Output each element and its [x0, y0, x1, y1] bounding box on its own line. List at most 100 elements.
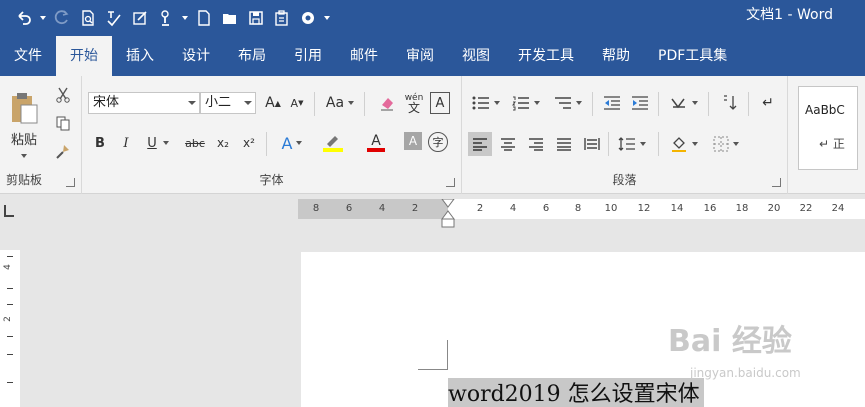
vertical-ruler[interactable]: 4 2	[0, 250, 20, 407]
show-marks-button[interactable]: ↵	[756, 92, 780, 114]
multilevel-list-icon	[555, 97, 571, 109]
tab-home[interactable]: 开始	[56, 36, 112, 76]
character-shading-button[interactable]: A	[404, 132, 422, 150]
align-center-button[interactable]	[496, 132, 520, 156]
character-border-button[interactable]: A	[430, 92, 450, 114]
decrease-indent-button[interactable]	[600, 92, 624, 114]
clipboard-launcher-icon[interactable]	[66, 178, 75, 187]
align-right-button[interactable]	[524, 132, 548, 156]
enclose-characters-button[interactable]: 字	[428, 132, 448, 152]
superscript-label: x²	[243, 136, 255, 150]
font-name-combo[interactable]: 宋体	[88, 92, 200, 114]
justify-button[interactable]	[552, 132, 576, 156]
vruler-tick: 4	[2, 264, 13, 270]
print-preview-icon[interactable]	[76, 4, 100, 32]
cut-button[interactable]	[52, 84, 74, 106]
ruler-tick: 2	[476, 203, 484, 214]
open-icon[interactable]	[218, 4, 242, 32]
horizontal-ruler[interactable]: 8 6 4 2 2 4 6 8 10 12 14 16 18 20 22 24	[298, 199, 865, 228]
paragraph-group: ↵ 段落	[462, 76, 788, 194]
tab-design[interactable]: 设计	[168, 36, 224, 76]
title-bar: 文档1 - Word	[0, 0, 865, 36]
phonetic-guide-button[interactable]: wén 文	[402, 90, 426, 116]
settings-icon[interactable]	[296, 4, 320, 32]
paste-label: 粘贴	[10, 132, 37, 148]
ruler-tick: 22	[799, 203, 813, 214]
highlight-color-button[interactable]	[314, 132, 352, 154]
clipboard-group: 粘贴 剪贴板	[0, 76, 82, 194]
new-document-icon[interactable]	[192, 4, 216, 32]
redo-icon[interactable]	[50, 4, 74, 32]
chinese-layout-button[interactable]	[666, 92, 702, 114]
edit-icon[interactable]	[128, 4, 152, 32]
subscript-button[interactable]: x₂	[212, 132, 234, 154]
tab-mailings[interactable]: 邮件	[336, 36, 392, 76]
text-effects-button[interactable]: A	[276, 132, 308, 154]
shrink-font-button[interactable]: A ▼	[286, 92, 308, 114]
copy-button[interactable]	[52, 112, 74, 134]
customize-qat-icon[interactable]	[322, 4, 332, 32]
tab-review[interactable]: 审阅	[392, 36, 448, 76]
paragraph-group-label: 段落	[612, 173, 637, 187]
format-painter-icon	[56, 145, 69, 159]
save-icon[interactable]	[244, 4, 268, 32]
undo-icon[interactable]	[12, 4, 36, 32]
borders-button[interactable]	[708, 132, 744, 156]
font-color-button[interactable]: A	[358, 132, 394, 154]
strikethrough-button[interactable]: abc	[182, 132, 208, 154]
line-spacing-button[interactable]	[614, 132, 650, 156]
ruler-tick: 6	[345, 203, 353, 214]
vruler-mark	[7, 288, 13, 289]
change-case-button[interactable]: Aa	[322, 92, 358, 114]
tab-layout[interactable]: 布局	[224, 36, 280, 76]
paragraph-launcher-icon[interactable]	[772, 178, 781, 187]
underline-button[interactable]: U	[142, 132, 174, 154]
multilevel-list-button[interactable]	[550, 92, 586, 114]
bold-button[interactable]: B	[90, 132, 110, 154]
underline-label: U	[147, 135, 157, 151]
paint-bucket-icon	[672, 137, 686, 152]
touch-dropdown-icon[interactable]	[180, 4, 190, 32]
tab-developer[interactable]: 开发工具	[504, 36, 588, 76]
distributed-icon	[584, 138, 600, 150]
ruler-tick: 8	[312, 203, 320, 214]
change-case-label: Aa	[325, 95, 345, 111]
increase-indent-button[interactable]	[628, 92, 652, 114]
style-preview-text: AaBbC	[805, 103, 845, 117]
tab-selector-icon[interactable]	[4, 205, 14, 217]
tab-file[interactable]: 文件	[0, 36, 56, 76]
justify-icon	[557, 138, 571, 151]
undo-dropdown-icon[interactable]	[38, 4, 48, 32]
touch-mode-icon[interactable]	[154, 4, 178, 32]
font-launcher-icon[interactable]	[446, 178, 455, 187]
indent-marker-icon[interactable]	[441, 199, 455, 231]
spelling-icon[interactable]	[102, 4, 126, 32]
sort-button[interactable]	[718, 92, 742, 114]
grow-font-button[interactable]: A ▲	[262, 92, 284, 114]
italic-button[interactable]: I	[116, 132, 136, 154]
tab-references[interactable]: 引用	[280, 36, 336, 76]
clipboard-icon[interactable]	[270, 4, 294, 32]
document-text[interactable]: word2019 怎么设置宋体	[448, 378, 704, 407]
distributed-button[interactable]	[580, 132, 604, 156]
tab-pdf-tools[interactable]: PDF工具集	[644, 36, 741, 76]
align-left-button[interactable]	[468, 132, 492, 156]
paste-button[interactable]: 粘贴	[4, 86, 44, 162]
ruler-tick: 2	[411, 203, 419, 214]
tab-help[interactable]: 帮助	[588, 36, 644, 76]
styles-gallery[interactable]: AaBbC ↵ 正	[798, 86, 858, 170]
format-painter-button[interactable]	[52, 140, 74, 162]
numbering-button[interactable]	[508, 92, 544, 114]
tab-view[interactable]: 视图	[448, 36, 504, 76]
ruler-tick: 16	[703, 203, 717, 214]
bullets-button[interactable]	[468, 92, 504, 114]
tab-insert[interactable]: 插入	[112, 36, 168, 76]
superscript-button[interactable]: x²	[238, 132, 260, 154]
shading-button[interactable]	[666, 132, 702, 156]
eraser-icon	[381, 98, 393, 111]
ruler-tick: 4	[378, 203, 386, 214]
strikethrough-label: abc	[185, 136, 205, 150]
vruler-mark	[7, 256, 13, 257]
clear-formatting-button[interactable]	[376, 92, 398, 114]
font-size-combo[interactable]: 小二	[200, 92, 256, 114]
